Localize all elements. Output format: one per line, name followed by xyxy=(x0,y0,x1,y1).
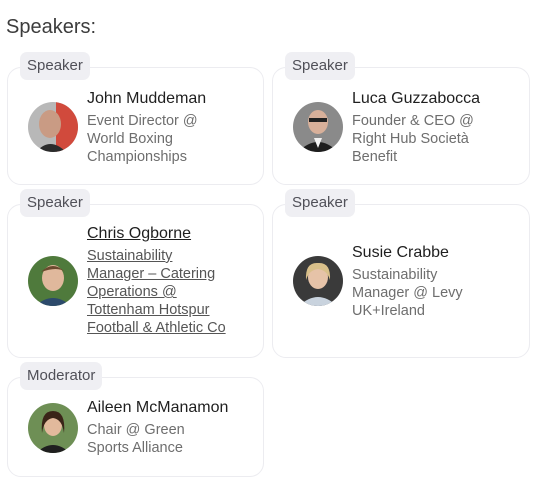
speaker-card-john-muddeman: Speaker John Muddeman Event Director @ W… xyxy=(7,52,264,185)
speakers-heading: Speakers: xyxy=(6,16,97,38)
role-badge: Speaker xyxy=(20,189,90,217)
role-badge: Moderator xyxy=(20,362,103,390)
speaker-name: John Muddeman xyxy=(87,90,207,107)
speaker-card-chris-ogborne[interactable]: Speaker Chris Ogborne Sustainability Man… xyxy=(7,189,264,358)
avatar xyxy=(28,403,78,453)
moderator-card-aileen-mcmanamon: Moderator Aileen McManamon Chair @ Green… xyxy=(7,362,264,477)
speaker-role: Founder & CEO @ Right Hub Società Benefi… xyxy=(352,113,474,165)
avatar xyxy=(28,102,78,152)
avatar xyxy=(293,102,343,152)
moderator-name: Aileen McManamon xyxy=(87,399,229,416)
speaker-role-link[interactable]: Sustainability Manager – Catering Operat… xyxy=(87,247,255,337)
speaker-name: Luca Guzzabocca xyxy=(352,90,481,107)
speaker-name-link[interactable]: Chris Ogborne xyxy=(87,223,255,245)
speaker-name: Susie Crabbe xyxy=(352,244,449,261)
speaker-card-luca-guzzabocca: Speaker Luca Guzzabocca Founder & CEO @ … xyxy=(272,52,530,185)
role-badge: Speaker xyxy=(20,52,90,80)
speaker-role: Event Director @ World Boxing Championsh… xyxy=(87,113,198,165)
speaker-role: Sustainability Manager @ Levy UK+Ireland xyxy=(352,267,463,319)
avatar xyxy=(293,256,343,306)
speaker-card-susie-crabbe: Speaker Susie Crabbe Sustainability Mana… xyxy=(272,189,530,358)
moderator-role: Chair @ Green Sports Alliance xyxy=(87,422,185,456)
role-badge: Speaker xyxy=(285,189,355,217)
role-badge: Speaker xyxy=(285,52,355,80)
avatar xyxy=(28,256,78,306)
